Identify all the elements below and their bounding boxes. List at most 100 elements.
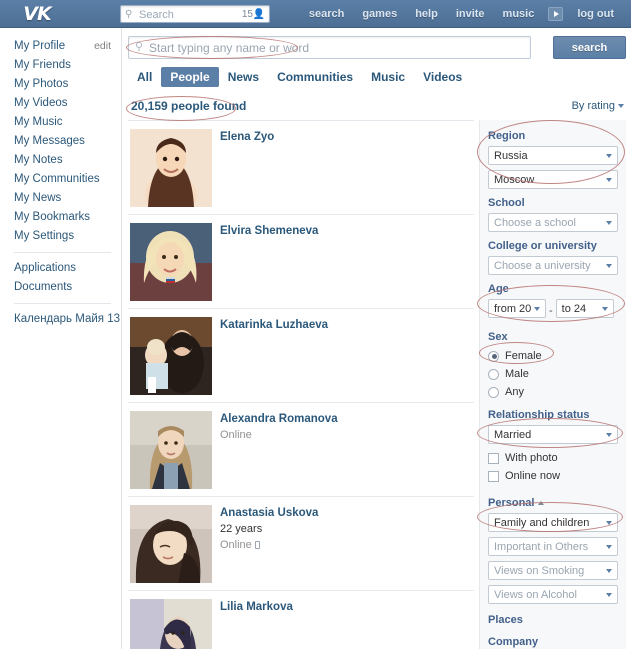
school-value: Choose a school — [494, 217, 576, 229]
chevron-down-icon — [606, 154, 612, 158]
search-input[interactable]: ⚲ Start typing any name or word — [128, 36, 531, 59]
chevron-down-icon — [606, 521, 612, 525]
topnav-invite[interactable]: invite — [447, 0, 494, 28]
sidebar-item-mayan-calendar[interactable]: Календарь Майя 13 — [0, 310, 121, 329]
search-button[interactable]: search — [553, 36, 626, 59]
college-select[interactable]: Choose a university — [488, 256, 618, 275]
personal-smoking-select[interactable]: Views on Smoking — [488, 561, 618, 580]
person-icon: 👤 — [252, 9, 265, 20]
sidebar-item-my-notes[interactable]: My Notes — [0, 151, 121, 170]
result-name[interactable]: Elena Zyo — [220, 131, 474, 143]
tab-news[interactable]: News — [219, 67, 268, 87]
topnav-search[interactable]: search — [300, 0, 353, 28]
sidebar-item-my-profile[interactable]: My Profile edit — [0, 37, 121, 56]
radio-icon — [488, 386, 499, 398]
sidebar-item-my-settings[interactable]: My Settings — [0, 227, 121, 246]
radio-icon — [488, 368, 499, 380]
sidebar-item-my-photos[interactable]: My Photos — [0, 75, 121, 94]
sidebar-item-documents[interactable]: Documents — [0, 278, 121, 297]
region-country-select[interactable]: Russia — [488, 146, 618, 165]
list-item[interactable]: Elvira Shemeneva — [128, 215, 474, 309]
avatar[interactable] — [130, 411, 212, 489]
sidebar-divider-1 — [14, 252, 111, 253]
checkbox-online-now[interactable]: Online now — [488, 467, 618, 485]
filter-section-places[interactable]: Places — [488, 614, 618, 626]
sidebar-item-applications[interactable]: Applications — [0, 259, 121, 278]
topnav-music[interactable]: music — [494, 0, 544, 28]
filter-section-company[interactable]: Company — [488, 636, 618, 648]
result-name[interactable]: Anastasia Uskova — [220, 507, 474, 519]
tab-music[interactable]: Music — [362, 67, 414, 87]
sort-dropdown[interactable]: By rating — [572, 100, 624, 112]
sidebar-item-my-messages[interactable]: My Messages — [0, 132, 121, 151]
sidebar-edit-link[interactable]: edit — [94, 37, 111, 56]
search-input-placeholder: Start typing any name or word — [149, 41, 310, 55]
play-icon[interactable] — [548, 7, 564, 21]
tab-people[interactable]: People — [161, 67, 219, 87]
filter-label-company: Company — [488, 636, 539, 648]
chevron-down-icon — [606, 593, 612, 597]
sex-option-any[interactable]: Any — [488, 383, 618, 401]
sidebar-item-label: My Settings — [14, 230, 75, 242]
search-tabs: All People News Communities Music Videos — [128, 67, 471, 87]
sidebar-item-my-news[interactable]: My News — [0, 189, 121, 208]
sidebar-item-my-bookmarks[interactable]: My Bookmarks — [0, 208, 121, 227]
sidebar-item-label: Documents — [14, 281, 73, 293]
age-to-select[interactable]: to 24 — [555, 299, 614, 318]
topnav-logout[interactable]: log out — [568, 0, 623, 28]
personal-alcohol-select[interactable]: Views on Alcohol — [488, 585, 618, 604]
search-icon: ⚲ — [135, 41, 144, 53]
sidebar-item-my-friends[interactable]: My Friends — [0, 56, 121, 75]
sidebar-item-label: My Music — [14, 116, 63, 128]
tab-communities[interactable]: Communities — [268, 67, 362, 87]
age-from-select[interactable]: from 20 — [488, 299, 546, 318]
result-name[interactable]: Alexandra Romanova — [220, 413, 474, 425]
vk-search-page: VK ⚲ Search 15 👤 search games help invit… — [0, 0, 631, 649]
list-item[interactable]: Katarinka Luzhaeva — [128, 309, 474, 403]
avatar[interactable] — [130, 129, 212, 207]
personal-important-select[interactable]: Important in Others — [488, 537, 618, 556]
global-search-input[interactable]: ⚲ Search 15 👤 — [120, 5, 270, 23]
avatar[interactable] — [130, 223, 212, 301]
sidebar-item-my-music[interactable]: My Music — [0, 113, 121, 132]
list-item[interactable]: Elena Zyo — [128, 121, 474, 215]
sidebar-item-label: My Bookmarks — [14, 211, 91, 223]
result-name[interactable]: Elvira Shemeneva — [220, 225, 474, 237]
result-name[interactable]: Lilia Markova — [220, 601, 474, 613]
chevron-down-icon — [606, 433, 612, 437]
checkbox-label: Online now — [505, 470, 561, 482]
topnav-games[interactable]: games — [353, 0, 406, 28]
avatar[interactable] — [130, 317, 212, 395]
sex-option-female[interactable]: Female — [488, 347, 618, 365]
personal-family-select[interactable]: Family and children — [488, 513, 618, 532]
list-item[interactable]: Anastasia Uskova 22 years Online — [128, 497, 474, 591]
tab-all[interactable]: All — [128, 67, 161, 87]
avatar-image — [130, 317, 212, 395]
region-city-select[interactable]: Moscow — [488, 170, 618, 189]
chevron-down-icon — [606, 545, 612, 549]
sidebar-item-label: My News — [14, 192, 62, 204]
sex-option-label: Any — [505, 386, 524, 398]
result-online-label: Online — [220, 539, 252, 551]
list-item[interactable]: Alexandra Romanova Online — [128, 403, 474, 497]
results-list: Elena Zyo Elvira Shemeneva Katarinka Luz… — [128, 120, 474, 649]
sidebar-item-my-communities[interactable]: My Communities — [0, 170, 121, 189]
filter-section-personal[interactable]: Personal — [488, 497, 618, 509]
school-select[interactable]: Choose a school — [488, 213, 618, 232]
list-item[interactable]: Lilia Markova — [128, 591, 474, 649]
result-name[interactable]: Katarinka Luzhaeva — [220, 319, 474, 331]
chevron-down-icon — [606, 178, 612, 182]
avatar[interactable] — [130, 599, 212, 649]
relationship-select[interactable]: Married — [488, 425, 618, 444]
top-bar: VK ⚲ Search 15 👤 search games help invit… — [0, 0, 631, 28]
sex-option-male[interactable]: Male — [488, 365, 618, 383]
topnav-help[interactable]: help — [406, 0, 447, 28]
sidebar-item-my-videos[interactable]: My Videos — [0, 94, 121, 113]
vk-logo[interactable]: VK — [18, 3, 56, 25]
tab-videos[interactable]: Videos — [414, 67, 471, 87]
avatar[interactable] — [130, 505, 212, 583]
checkbox-with-photo[interactable]: With photo — [488, 449, 618, 467]
search-icon: ⚲ — [125, 9, 133, 20]
personal-important-value: Important in Others — [494, 541, 589, 553]
sidebar-item-label: My Notes — [14, 154, 63, 166]
